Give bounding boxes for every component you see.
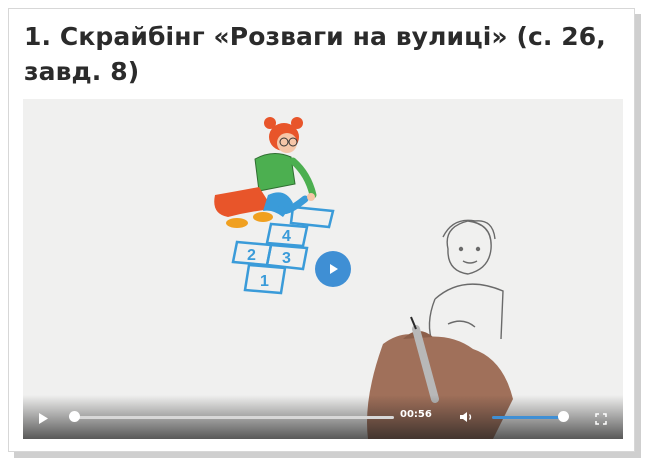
hopscotch-number: 2 [247,247,256,264]
volume-track[interactable] [492,416,562,419]
play-button[interactable] [37,410,49,429]
fullscreen-button[interactable] [595,410,607,429]
page-title: 1. Скрайбінг «Розваги на вулиці» (с. 26,… [24,22,606,86]
fullscreen-icon [595,413,607,425]
hopscotch-number: 3 [282,250,291,267]
hopscotch-number: 1 [260,273,269,290]
hopscotch-number: 4 [282,228,291,245]
video-player[interactable]: 4 2 3 1 00:56 [23,99,623,439]
mute-button[interactable] [459,409,475,428]
big-play-button[interactable] [315,251,351,287]
play-icon [39,413,48,424]
time-display: 00:56 [400,409,432,420]
volume-icon [460,412,472,422]
play-icon [330,264,338,274]
volume-handle[interactable] [558,411,569,422]
video-controls: 00:56 [23,395,623,439]
progress-track[interactable] [76,416,394,419]
exercise-card: 1. Скрайбінг «Розваги на вулиці» (с. 26,… [8,8,635,452]
progress-handle[interactable] [69,411,80,422]
